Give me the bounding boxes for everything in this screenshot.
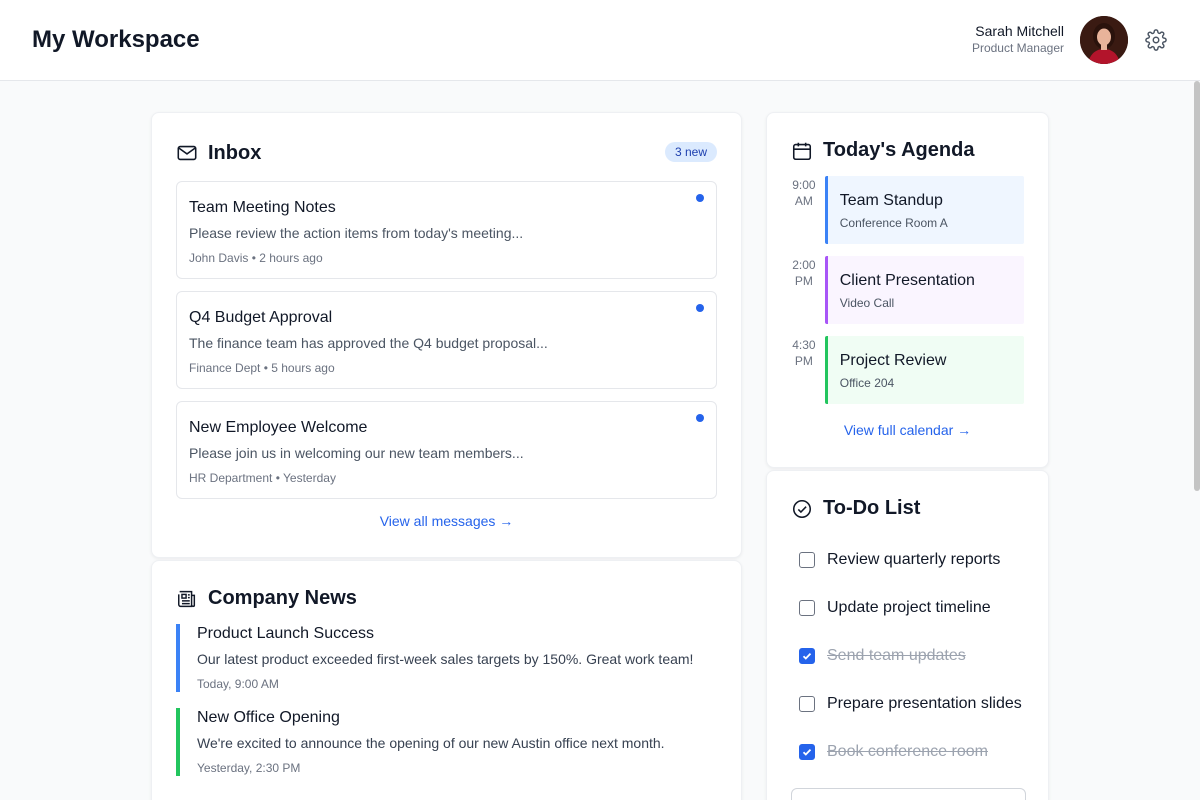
- event-time: 9:00 AM: [791, 177, 817, 244]
- event-time-hm: 4:30: [792, 338, 816, 352]
- company-news-card: Company News Product Launch Success Our …: [151, 560, 742, 800]
- user-role: Product Manager: [971, 41, 1064, 55]
- inbox-card: Inbox 3 new Team Meeting Notes Please re…: [151, 112, 742, 558]
- message-list: Team Meeting Notes Please review the act…: [176, 181, 717, 499]
- todo-item[interactable]: Book conference room: [791, 728, 1024, 776]
- event-title: Team Standup: [839, 192, 943, 209]
- user-area: Sarah Mitchell Product Manager: [972, 16, 1168, 64]
- todo-card: To-Do List Review quarterly reports Upda…: [766, 470, 1049, 800]
- todo-header: To-Do List: [791, 497, 1024, 520]
- event-location: Video Call: [839, 296, 895, 310]
- checkmark-icon: [802, 748, 812, 756]
- news-title: Company News: [208, 587, 357, 609]
- calendar-icon: [791, 140, 813, 162]
- todo-item[interactable]: Update project timeline: [791, 584, 1024, 632]
- check-circle-icon: [791, 498, 813, 520]
- add-todo-input[interactable]: [791, 788, 1026, 800]
- event-time-hm: 9:00: [792, 178, 816, 192]
- message-item[interactable]: Team Meeting Notes Please review the act…: [176, 181, 717, 279]
- event-time: 4:30 PM: [791, 337, 817, 404]
- message-preview: Please review the action items from toda…: [189, 225, 524, 241]
- event-time-ampm: PM: [794, 354, 813, 368]
- unread-dot: [696, 194, 704, 202]
- message-meta: HR Department • Yesterday: [189, 471, 336, 485]
- new-messages-badge: 3 new: [664, 142, 717, 162]
- inbox-header: Inbox 3 new: [176, 139, 717, 167]
- unread-dot: [696, 414, 704, 422]
- unread-dot: [696, 304, 704, 312]
- message-item[interactable]: New Employee Welcome Please join us in w…: [176, 401, 717, 499]
- news-item-title: Product Launch Success: [197, 625, 374, 642]
- message-item[interactable]: Q4 Budget Approval The finance team has …: [176, 291, 717, 389]
- todo-checkbox[interactable]: [799, 600, 815, 616]
- agenda-header: Today's Agenda: [791, 139, 1024, 162]
- todo-label: Review quarterly reports: [827, 551, 1001, 568]
- todo-item[interactable]: Send team updates: [791, 632, 1024, 680]
- todo-checkbox[interactable]: [799, 648, 815, 664]
- news-item-body: Our latest product exceeded first-week s…: [197, 651, 694, 667]
- agenda-title: Today's Agenda: [823, 139, 975, 161]
- todo-label: Update project timeline: [827, 599, 991, 616]
- todo-checkbox[interactable]: [799, 696, 815, 712]
- todo-label: Book conference room: [827, 743, 988, 760]
- todo-checkbox[interactable]: [799, 744, 815, 760]
- message-preview: The finance team has approved the Q4 bud…: [189, 335, 548, 351]
- agenda-card: Today's Agenda 9:00 AM Team Standup Conf…: [766, 112, 1049, 468]
- checkmark-icon: [802, 652, 812, 660]
- news-item[interactable]: New Office Opening We're excited to anno…: [176, 708, 717, 776]
- news-item-date: Yesterday, 2:30 PM: [197, 761, 301, 775]
- message-subject: New Employee Welcome: [189, 419, 368, 436]
- agenda-list: 9:00 AM Team Standup Conference Room A 2…: [791, 176, 1024, 404]
- event-title: Project Review: [839, 352, 947, 369]
- view-full-calendar-link[interactable]: View full calendar →: [791, 422, 1024, 438]
- user-name: Sarah Mitchell: [975, 23, 1064, 39]
- event-time: 2:00 PM: [791, 257, 817, 324]
- event-time-ampm: PM: [794, 274, 813, 288]
- event-location: Office 204: [839, 376, 895, 390]
- todo-label: Prepare presentation slides: [827, 695, 1022, 712]
- agenda-event[interactable]: Project Review Office 204: [824, 336, 1024, 404]
- todo-checkbox[interactable]: [799, 552, 815, 568]
- news-item-date: Today, 9:00 AM: [197, 677, 279, 691]
- mail-icon: [176, 142, 198, 164]
- message-meta: John Davis • 2 hours ago: [189, 251, 323, 265]
- news-item[interactable]: Product Launch Success Our latest produc…: [176, 624, 717, 692]
- news-header: Company News: [176, 587, 717, 610]
- newspaper-icon: [176, 588, 198, 610]
- message-subject: Q4 Budget Approval: [189, 309, 333, 326]
- avatar[interactable]: [1080, 16, 1128, 64]
- todo-item[interactable]: Prepare presentation slides: [791, 680, 1024, 728]
- app-title: My Workspace: [32, 26, 200, 53]
- event-location: Conference Room A: [839, 216, 948, 230]
- top-bar: My Workspace Sarah Mitchell Product Mana…: [0, 0, 1200, 81]
- todo-item[interactable]: Review quarterly reports: [791, 536, 1024, 584]
- avatar-image: [1080, 16, 1128, 64]
- event-title: Client Presentation: [839, 272, 975, 289]
- news-list: Product Launch Success Our latest produc…: [176, 624, 717, 776]
- news-item-body: We're excited to announce the opening of…: [197, 735, 665, 751]
- inbox-title: Inbox: [208, 141, 262, 164]
- todo-list: Review quarterly reports Update project …: [791, 536, 1024, 776]
- todo-label: Send team updates: [827, 647, 966, 664]
- agenda-event[interactable]: Client Presentation Video Call: [824, 256, 1024, 324]
- message-preview: Please join us in welcoming our new team…: [189, 445, 524, 461]
- settings-button[interactable]: [1144, 28, 1168, 52]
- message-subject: Team Meeting Notes: [189, 199, 336, 216]
- message-meta: Finance Dept • 5 hours ago: [189, 361, 335, 375]
- event-time-ampm: AM: [794, 194, 813, 208]
- view-all-messages-link[interactable]: View all messages →: [176, 513, 717, 529]
- todo-title: To-Do List: [823, 497, 921, 519]
- agenda-row: 4:30 PM Project Review Office 204: [791, 336, 1024, 404]
- agenda-event[interactable]: Team Standup Conference Room A: [824, 176, 1024, 244]
- event-time-hm: 2:00: [792, 258, 816, 272]
- user-info: Sarah Mitchell Product Manager: [972, 23, 1064, 57]
- page-scrollbar[interactable]: [1194, 81, 1200, 491]
- news-item-title: New Office Opening: [197, 709, 340, 726]
- gear-icon: [1145, 29, 1167, 51]
- agenda-row: 2:00 PM Client Presentation Video Call: [791, 256, 1024, 324]
- agenda-row: 9:00 AM Team Standup Conference Room A: [791, 176, 1024, 244]
